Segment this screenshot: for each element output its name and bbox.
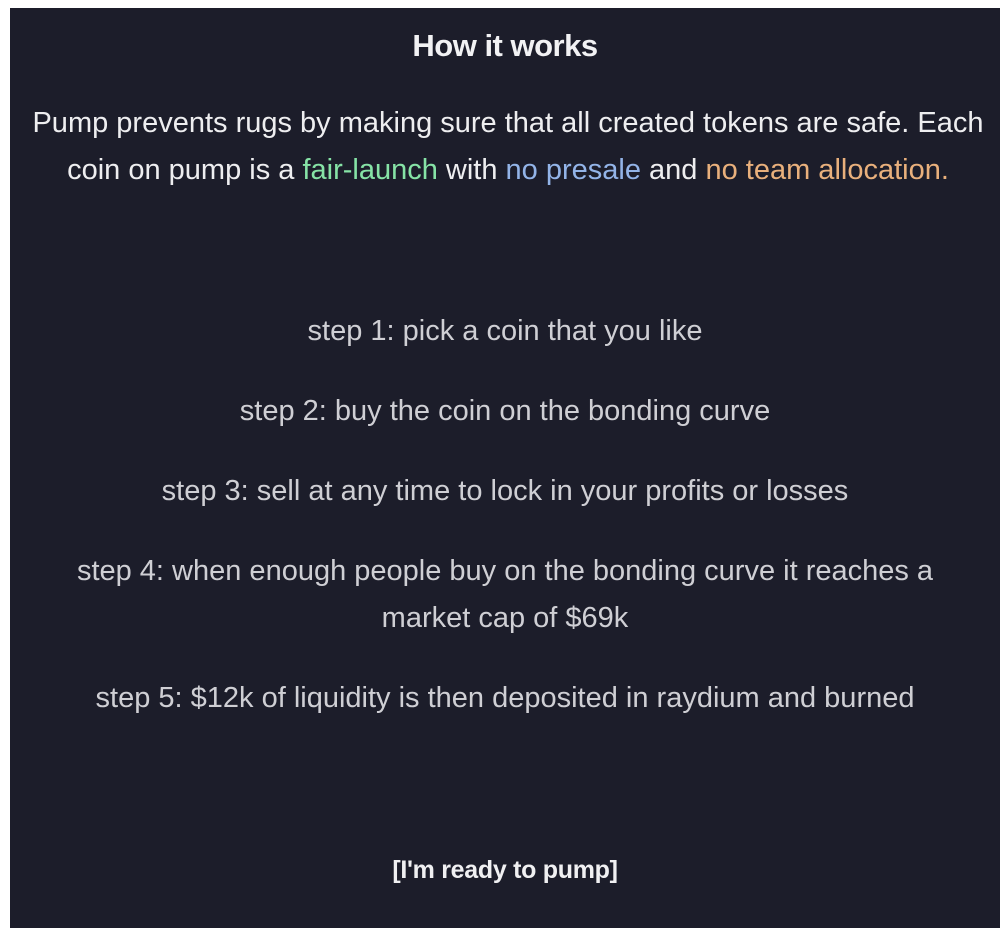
intro-paragraph: Pump prevents rugs by making sure that a… (26, 100, 990, 194)
step-2: step 2: buy the coin on the bonding curv… (239, 395, 771, 427)
step-1: step 1: pick a coin that you like (307, 315, 703, 347)
ready-to-pump-button[interactable]: [I'm ready to pump] (10, 856, 1000, 885)
how-it-works-modal: How it works Pump prevents rugs by makin… (10, 8, 1000, 928)
no-presale-highlight: no presale (505, 154, 641, 186)
intro-text-3: and (640, 154, 706, 186)
step-5: step 5: $12k of liquidity is then deposi… (95, 682, 915, 714)
intro-text-2: with (437, 154, 506, 186)
step-4: step 4: when enough people buy on the bo… (76, 555, 934, 634)
modal-title: How it works (412, 28, 598, 63)
no-team-allocation-highlight: no team allocation. (705, 154, 949, 186)
fair-launch-highlight: fair-launch (302, 154, 438, 186)
step-3: step 3: sell at any time to lock in your… (161, 475, 849, 507)
